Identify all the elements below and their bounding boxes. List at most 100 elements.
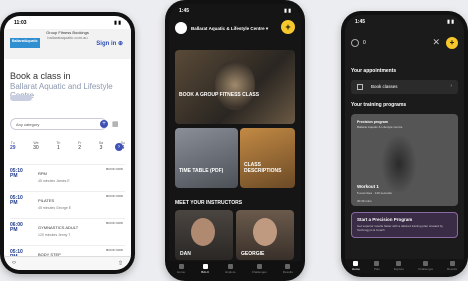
notification-count: 0 <box>363 40 366 46</box>
timetable-card[interactable]: TIME TABLE (PDF) <box>175 128 238 188</box>
tab-bar: Home BALC Explore Challenges Results <box>169 261 301 277</box>
category-add-icon[interactable]: + <box>100 120 108 128</box>
venue-pill[interactable] <box>10 95 32 101</box>
instructor-card[interactable]: DAN <box>175 210 233 260</box>
day-item[interactable]: Th 1 <box>56 141 60 151</box>
timetable-label: TIME TABLE (PDF) <box>179 168 224 174</box>
phone-app-home: 1:45 ▮ ▮ Ballarat Aquatic & Lifestyle Cen… <box>165 0 305 281</box>
status-bar: 11:03 ▮ ▮ <box>14 20 121 26</box>
book-classes-button[interactable]: Book classes › <box>351 80 458 94</box>
book-now-button[interactable]: BOOK NOW <box>106 248 123 252</box>
grid-icon[interactable]: ▦ <box>112 120 119 128</box>
class-row[interactable]: 06:00 PM GYMNASTICS ADULT 120 minutes Jenn… <box>10 218 125 244</box>
workout-title: Workout 1 <box>357 184 379 189</box>
trophy-icon <box>256 264 262 269</box>
day-selector: Tu29We30Th1Fr2Sa3Su4 <box>10 141 125 151</box>
chart-icon <box>449 261 455 266</box>
class-time: 05:10 PM <box>10 195 23 206</box>
status-bar: 1:45 ▮ ▮ <box>179 8 291 14</box>
tab-home[interactable]: Home <box>177 264 185 274</box>
next-week-icon[interactable]: › <box>115 143 123 151</box>
appointments-title: Your appointments <box>351 68 397 74</box>
sign-in-icon: ⊕ <box>117 41 123 47</box>
top-bar: 0 ✕ + <box>351 37 458 51</box>
day-number: 2 <box>78 145 81 151</box>
centre-icon <box>202 264 208 269</box>
share-icon[interactable]: ⇧ <box>118 260 123 267</box>
start-program-card[interactable]: Start a Precision Program Get superior r… <box>351 212 458 238</box>
day-item[interactable]: Fr 2 <box>78 141 81 151</box>
instructor-name: DAN <box>180 251 191 257</box>
class-time: 06:00 PM <box>10 222 23 233</box>
tab-challenges[interactable]: Challenges <box>418 261 433 271</box>
workout-meta: 5 exercises · 140 seconds <box>357 191 392 195</box>
day-number: 30 <box>33 145 39 151</box>
program-sub: Ballarat Aquatic & Lifestyle Centre <box>357 125 403 129</box>
class-time: 05:10 PM <box>10 168 23 179</box>
programs-title: Your training programs <box>351 102 407 108</box>
tab-challenges[interactable]: Challenges <box>252 264 267 274</box>
day-number: 1 <box>56 145 60 151</box>
trophy-icon <box>423 261 429 266</box>
workout-time: 00:46 mins <box>357 199 372 203</box>
book-now-button[interactable]: BOOK NOW <box>106 194 123 198</box>
app-header: Ballarat Aquatic & Lifestyle Centre ▾ + <box>175 19 295 39</box>
profile-icon[interactable] <box>351 39 359 47</box>
day-item[interactable]: Sa 3 <box>99 141 103 151</box>
close-icon[interactable]: ✕ <box>432 37 440 48</box>
centre-logo: BallaratAquatic <box>10 38 40 48</box>
plan-icon <box>374 261 380 266</box>
venue-selector[interactable]: Ballarat Aquatic & Lifestyle Centre ▾ <box>191 26 268 32</box>
add-icon[interactable]: + <box>446 37 458 49</box>
chart-icon <box>285 264 291 269</box>
descriptions-label: CLASS DESCRIPTIONS <box>244 162 282 174</box>
program-tag: Precision program <box>357 120 388 124</box>
descriptions-card[interactable]: CLASS DESCRIPTIONS <box>240 128 295 188</box>
browser-toolbar: ‹ › ⇧ <box>4 256 131 270</box>
training-screen: 1:45 ▮ ▮ 0 ✕ + Your appointments Book cla… <box>345 15 464 273</box>
tab-home[interactable]: Home <box>352 261 360 271</box>
tab-results[interactable]: Results <box>447 261 457 271</box>
centre-logo-icon <box>175 22 187 34</box>
class-row[interactable]: 05:10 PM RPM 45 minutes James E BOOK NOW <box>10 164 125 190</box>
tab-balc[interactable]: BALC <box>201 264 209 274</box>
instructor-card[interactable]: GEORGIE <box>236 210 294 260</box>
booking-screen: 11:03 ▮ ▮ Group Fitness Bookings ballarata… <box>4 16 131 270</box>
tab-explore[interactable]: Explore <box>225 264 236 274</box>
class-meta: 120 minutes Jenny T <box>38 233 71 237</box>
page-title: Book a class in <box>10 71 71 81</box>
chevron-right-icon: › <box>450 83 452 89</box>
sign-in-link[interactable]: Sign in ⊕ <box>96 40 123 47</box>
start-sub: Get superior results faster with a tailo… <box>357 224 443 232</box>
instructors-title: MEET YOUR INSTRUCTORS <box>175 200 243 206</box>
day-item[interactable]: Tu 29 <box>10 141 16 151</box>
class-meta: 45 minutes James E <box>38 179 70 183</box>
tab-results[interactable]: Results <box>283 264 293 274</box>
day-number: 3 <box>99 145 103 151</box>
day-number: 29 <box>10 145 16 151</box>
phone-training: 1:45 ▮ ▮ 0 ✕ + Your appointments Book cla… <box>341 11 468 277</box>
explore-icon <box>227 264 233 269</box>
tab-bar: Home Plan Explore Challenges Results <box>345 259 464 273</box>
tab-plan[interactable]: Plan <box>374 261 380 271</box>
category-select[interactable]: Any category <box>10 118 107 130</box>
home-icon <box>178 264 184 269</box>
phone-booking-web: 11:03 ▮ ▮ Group Fitness Bookings ballarata… <box>0 12 135 274</box>
book-class-card[interactable]: BOOK A GROUP FITNESS CLASS <box>175 50 295 124</box>
start-title: Start a Precision Program <box>357 217 413 222</box>
class-name: GYMNASTICS ADULT <box>38 225 79 230</box>
program-card[interactable]: Precision program Ballarat Aquatic & Lif… <box>351 114 458 206</box>
status-bar: 1:45 ▮ ▮ <box>355 19 454 25</box>
tab-explore[interactable]: Explore <box>394 261 404 271</box>
app-home-screen: 1:45 ▮ ▮ Ballarat Aquatic & Lifestyle Cen… <box>169 4 301 277</box>
add-icon[interactable]: + <box>281 20 295 34</box>
book-now-button[interactable]: BOOK NOW <box>106 221 123 225</box>
class-row[interactable]: 05:10 PM PILATES 45 minutes George E BOOK N… <box>10 191 125 217</box>
instructor-name: GEORGIE <box>241 251 265 257</box>
day-item[interactable]: We 30 <box>33 141 39 151</box>
class-name: RPM <box>38 171 47 176</box>
class-name: PILATES <box>38 198 55 203</box>
book-now-button[interactable]: BOOK NOW <box>106 167 123 171</box>
home-icon <box>353 261 359 266</box>
calendar-icon <box>357 84 363 90</box>
